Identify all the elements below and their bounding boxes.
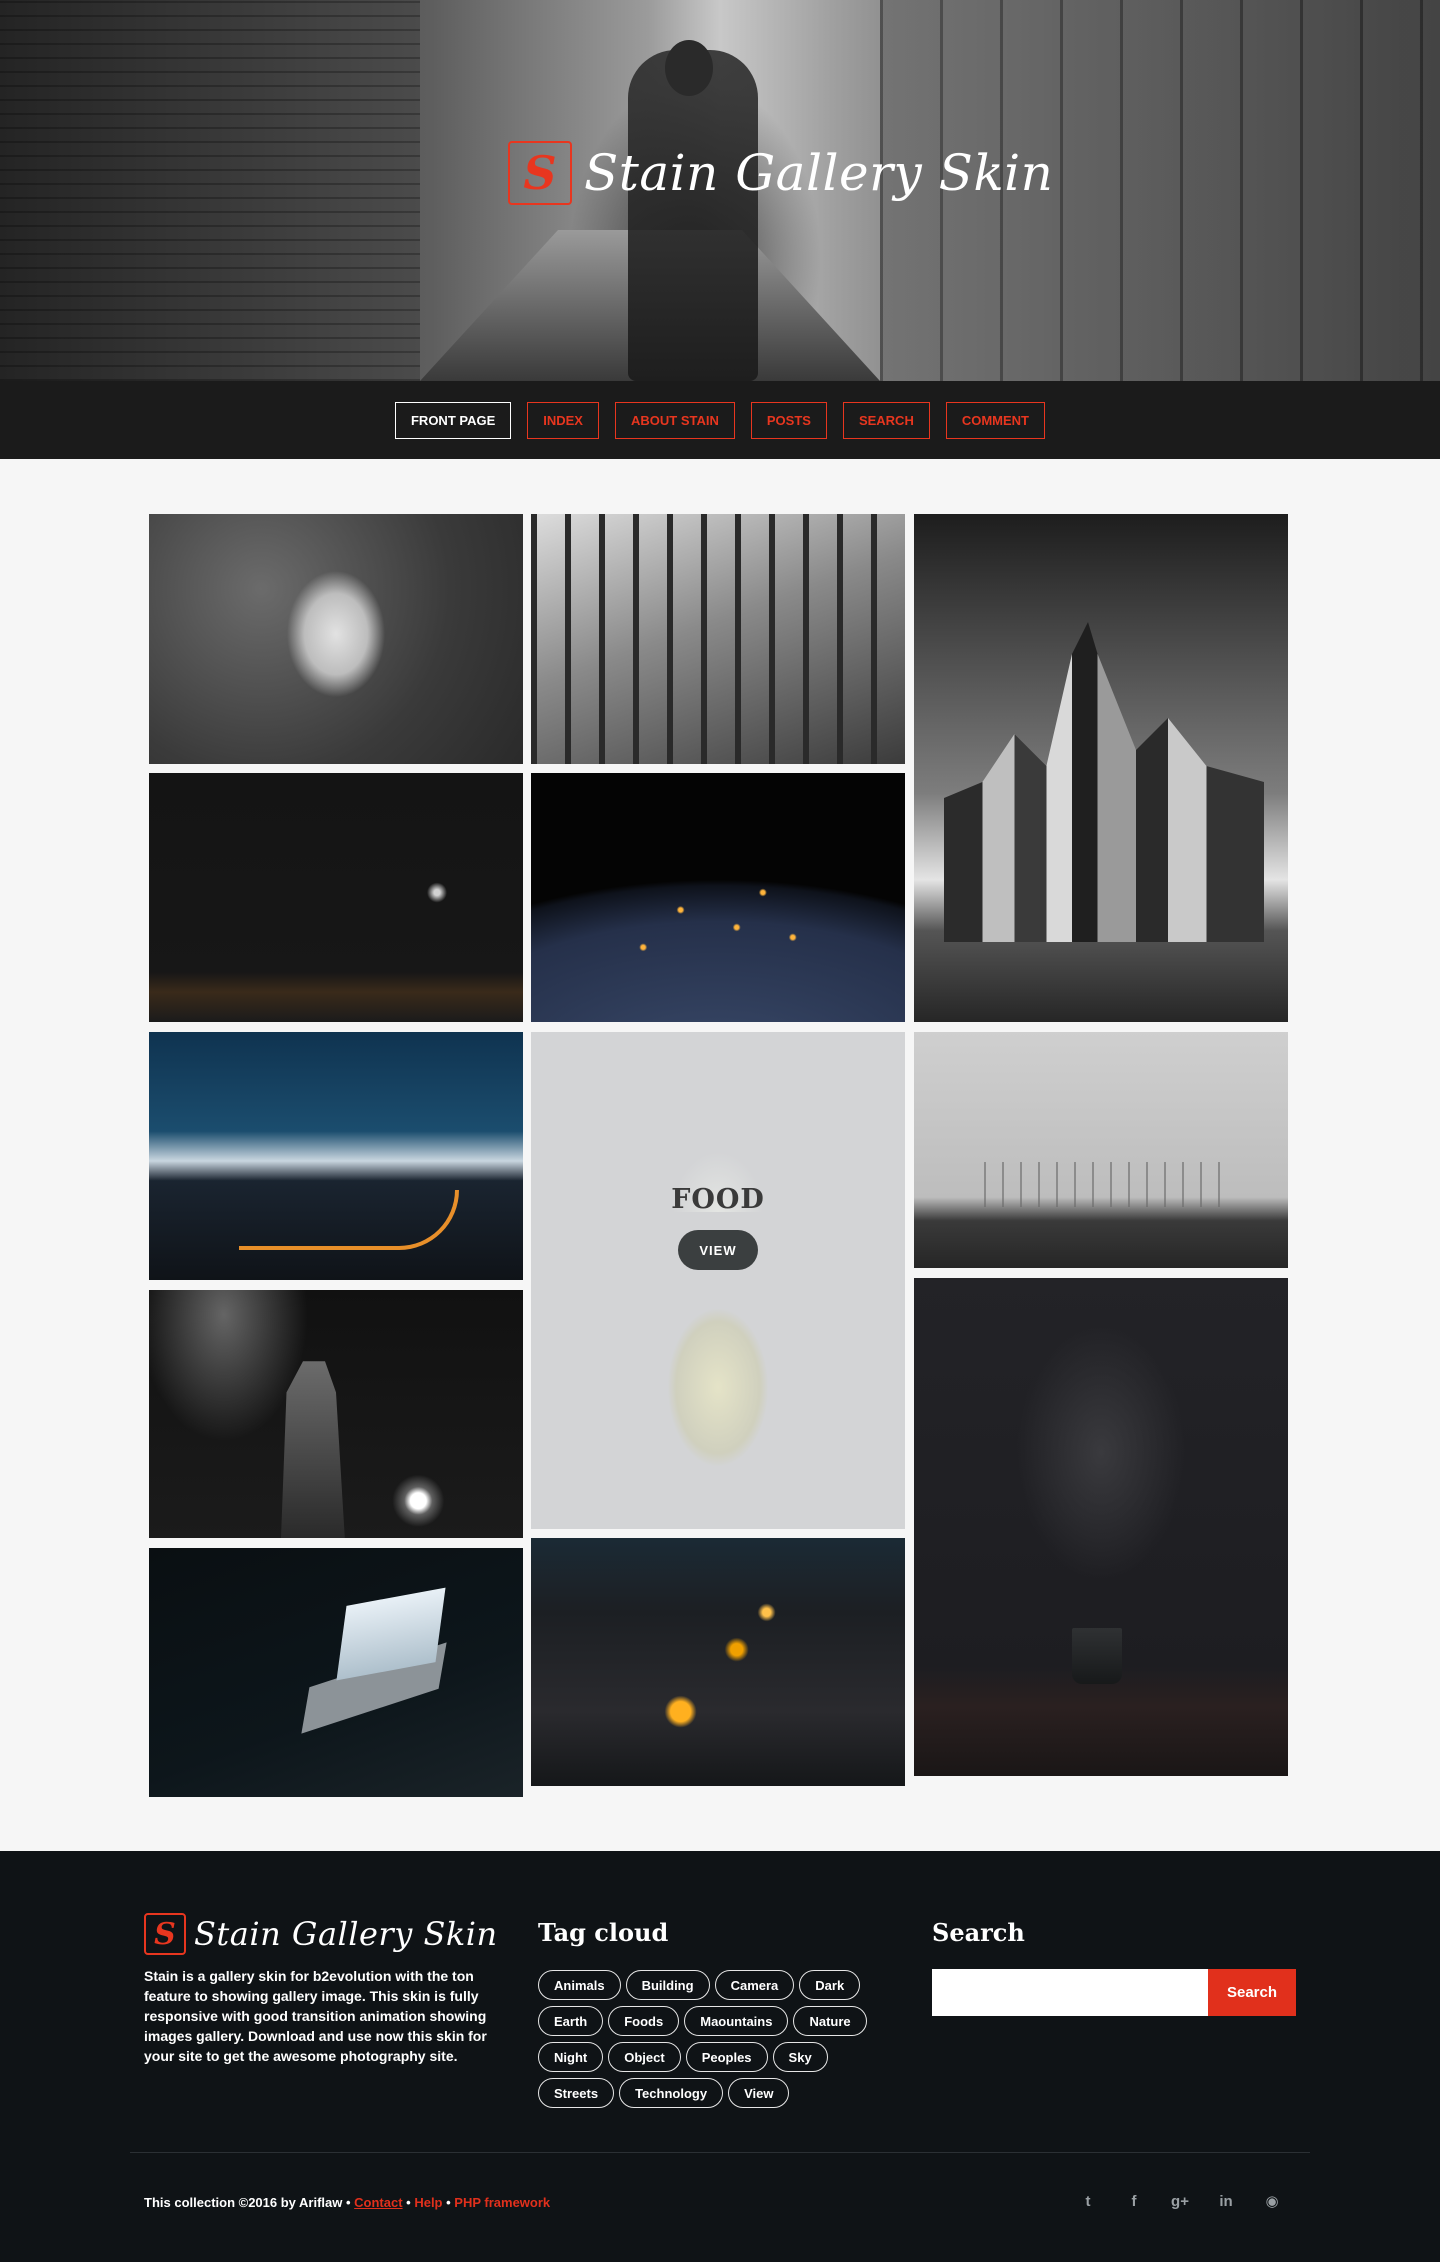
tag-dark[interactable]: Dark	[799, 1970, 861, 2000]
tag-building[interactable]: Building	[625, 1970, 710, 2000]
hero-wall-left	[0, 0, 420, 381]
tag-streets[interactable]: Streets	[538, 2078, 615, 2108]
footer-about-text: Stain is a gallery skin for b2evolution …	[144, 1968, 487, 2064]
gallery-tile-night-street[interactable]	[149, 773, 523, 1022]
footer-logo-icon: S	[144, 1913, 186, 1955]
credits-text: This collection ©2016 by Ariflaw •	[144, 2195, 355, 2210]
credits-separator: •	[402, 2195, 415, 2210]
help-link[interactable]: Help	[414, 2195, 442, 2210]
tag-sky[interactable]: Sky	[772, 2042, 828, 2072]
tag-camera[interactable]: Camera	[714, 1970, 795, 2000]
footer-search-button[interactable]: Search	[1208, 1969, 1296, 2016]
nav-front-page[interactable]: FRONT PAGE	[394, 401, 512, 439]
site-brand[interactable]: S Stain Gallery Skin	[508, 140, 1053, 206]
tag-animals[interactable]: Animals	[538, 1970, 621, 2000]
tag-cloud-heading: Tag cloud	[538, 1918, 669, 1947]
php-framework-link[interactable]: PHP framework	[454, 2195, 550, 2210]
gallery-tile-concert[interactable]	[149, 1290, 523, 1538]
footer-search-input[interactable]	[932, 1969, 1208, 2016]
search-heading: Search	[932, 1918, 1025, 1947]
gallery-tile-cat[interactable]	[531, 514, 905, 764]
tag-object[interactable]: Object	[608, 2042, 681, 2072]
gallery-tile-city[interactable]	[914, 514, 1288, 1022]
gallery-tile-food[interactable]: FOOD VIEW	[531, 1032, 905, 1529]
tag-foods[interactable]: Foods	[608, 2006, 680, 2036]
gallery-tile-dog[interactable]	[149, 514, 523, 764]
tag-earth[interactable]: Earth	[538, 2006, 604, 2036]
nav-posts[interactable]: POSTS	[750, 401, 827, 439]
facebook-icon[interactable]: f	[1124, 2190, 1144, 2212]
gallery-tile-fog-field[interactable]	[914, 1032, 1288, 1268]
earth-lights-image	[531, 773, 905, 1022]
footer-credits: This collection ©2016 by Ariflaw • Conta…	[144, 2195, 550, 2210]
concert-performers-image	[281, 1361, 345, 1538]
tag-night[interactable]: Night	[538, 2042, 604, 2072]
tile-view-button[interactable]: VIEW	[678, 1230, 758, 1270]
fog-trees-image	[984, 1162, 1224, 1207]
tag-technology[interactable]: Technology	[619, 2078, 724, 2108]
gallery-tile-earth[interactable]	[531, 773, 905, 1022]
footer-brand[interactable]: S Stain Gallery Skin	[144, 1913, 498, 1955]
github-icon[interactable]: ◉	[1262, 2190, 1282, 2212]
linkedin-icon[interactable]: in	[1216, 2190, 1236, 2212]
coffee-cup-image	[1072, 1628, 1122, 1684]
hero-banner: S Stain Gallery Skin	[0, 0, 1440, 381]
gallery-tile-laptop[interactable]	[149, 1548, 523, 1797]
site-title: Stain Gallery Skin	[584, 144, 1054, 202]
hero-person	[628, 50, 758, 381]
main-nav: FRONT PAGE INDEX ABOUT STAIN POSTS SEARC…	[0, 381, 1440, 459]
gallery-tile-coffee[interactable]	[914, 1278, 1288, 1776]
nav-about-stain[interactable]: ABOUT STAIN	[614, 401, 735, 439]
credits-separator: •	[442, 2195, 455, 2210]
tag-nature[interactable]: Nature	[793, 2006, 867, 2036]
tile-overlay-title: FOOD	[671, 1184, 765, 1215]
tag-view[interactable]: View	[728, 2078, 790, 2108]
site-logo-icon: S	[508, 141, 572, 205]
mountain-road-image	[239, 1190, 459, 1250]
footer-site-title: Stain Gallery Skin	[194, 1915, 498, 1953]
nav-index[interactable]: INDEX	[527, 401, 599, 439]
contact-link[interactable]: Contact	[354, 2195, 402, 2210]
google-plus-icon[interactable]: g+	[1170, 2190, 1190, 2212]
social-links: t f g+ in ◉	[1078, 2190, 1282, 2212]
nav-comment[interactable]: COMMENT	[945, 401, 1046, 439]
tag-maountains[interactable]: Maountains	[684, 2006, 789, 2036]
gallery-tile-traffic[interactable]	[531, 1538, 905, 1786]
hero-person-head	[665, 40, 713, 96]
gallery-tile-mountain[interactable]	[149, 1032, 523, 1280]
tag-peoples[interactable]: Peoples	[685, 2042, 768, 2072]
twitter-icon[interactable]: t	[1078, 2190, 1098, 2212]
city-towers-image	[944, 622, 1264, 942]
tag-cloud: Animals Building Camera Dark Earth Foods…	[538, 1970, 878, 2108]
footer-divider	[130, 2152, 1310, 2153]
nav-search[interactable]: SEARCH	[842, 401, 930, 439]
